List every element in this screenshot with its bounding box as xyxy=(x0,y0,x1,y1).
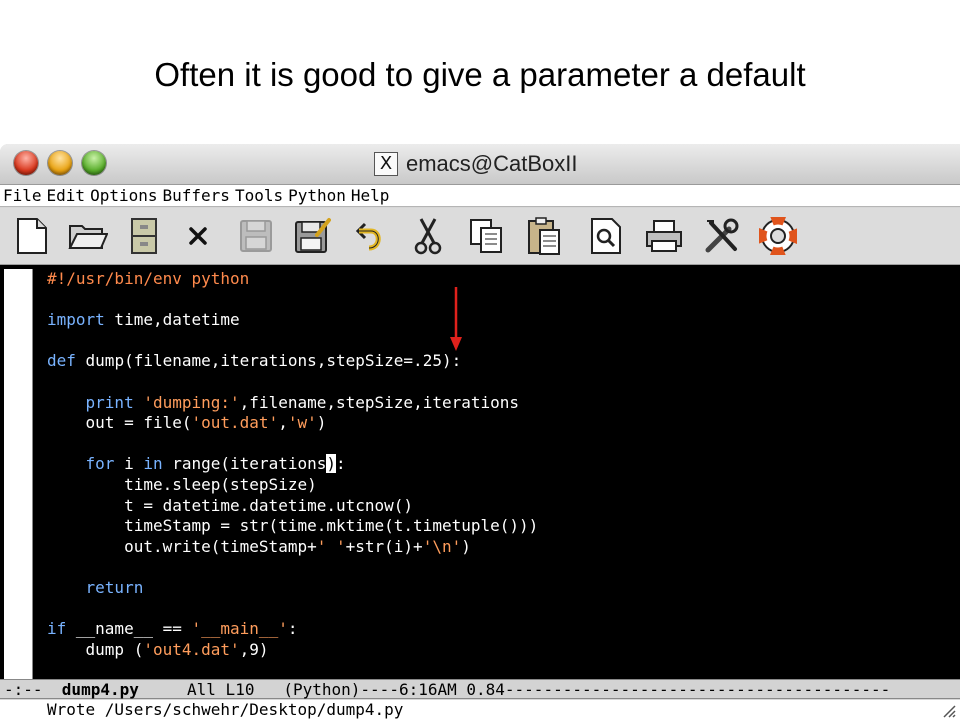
preferences-button[interactable] xyxy=(702,216,742,256)
modeline-status: All L10 (Python)----6:16AM 0.84---------… xyxy=(138,680,891,699)
save-button-disabled[interactable] xyxy=(236,216,276,256)
open-folder-button[interactable] xyxy=(68,216,108,256)
editor-pane[interactable]: #!/usr/bin/env python import time,dateti… xyxy=(0,265,960,679)
code-line: for i in range(iterations): xyxy=(85,454,346,474)
code-line: import time,datetime xyxy=(47,310,240,330)
paste-button[interactable] xyxy=(524,216,564,256)
help-button[interactable] xyxy=(758,216,798,256)
slide-title: Often it is good to give a parameter a d… xyxy=(154,56,806,93)
cut-icon xyxy=(414,218,442,255)
code-line: t = datetime.datetime.utcnow() xyxy=(47,495,414,515)
x11-icon: X xyxy=(374,152,398,176)
save-as-button[interactable] xyxy=(292,216,332,256)
copy-button[interactable] xyxy=(466,216,506,256)
menu-file[interactable]: File xyxy=(3,186,47,205)
new-file-icon xyxy=(17,218,47,254)
annotation-arrow-icon xyxy=(450,287,462,351)
scrollbar[interactable] xyxy=(4,269,33,679)
menu-buffers[interactable]: Buffers xyxy=(163,186,235,205)
code-area[interactable]: #!/usr/bin/env python import time,dateti… xyxy=(47,269,538,660)
code-line: if __name__ == '__main__': xyxy=(47,619,298,639)
search-icon xyxy=(591,218,621,254)
close-window-button[interactable] xyxy=(14,151,38,175)
save-icon-disabled xyxy=(240,220,272,252)
print-icon xyxy=(646,220,682,252)
code-line: out = file('out.dat','w') xyxy=(47,413,327,433)
new-file-button[interactable] xyxy=(12,216,52,256)
menu-tools[interactable]: Tools xyxy=(235,186,288,205)
code-line: out.write(timeStamp+' '+str(i)+'\n') xyxy=(47,536,471,556)
code-line: print 'dumping:',filename,stepSize,itera… xyxy=(85,392,520,412)
modeline-buffer-name: dump4.py xyxy=(61,680,139,699)
open-folder-icon xyxy=(68,225,108,249)
undo-icon xyxy=(355,222,381,251)
search-button[interactable] xyxy=(586,216,626,256)
window-titlebar[interactable]: X emacs@CatBoxII xyxy=(0,144,960,185)
mode-line: -:-- dump4.py All L10 (Python)----6:16AM… xyxy=(0,679,960,699)
cabinet-icon xyxy=(131,218,157,254)
resize-grip-icon[interactable] xyxy=(940,702,956,718)
modeline-prefix: -:-- xyxy=(4,680,62,699)
menu-edit[interactable]: Edit xyxy=(47,186,91,205)
close-buffer-button[interactable] xyxy=(178,216,218,256)
code-line: #!/usr/bin/env python xyxy=(47,269,250,288)
code-line: dump ('out4.dat',9) xyxy=(47,639,269,659)
zoom-window-button[interactable] xyxy=(82,151,106,175)
help-lifebuoy-icon xyxy=(759,217,797,255)
window-title: emacs@CatBoxII xyxy=(406,151,578,176)
menubar: File Edit Options Buffers Tools Python H… xyxy=(0,185,960,207)
cut-button[interactable] xyxy=(408,216,448,256)
menu-options[interactable]: Options xyxy=(90,186,162,205)
minimize-window-button[interactable] xyxy=(48,151,72,175)
preferences-icon xyxy=(705,218,739,253)
save-as-icon xyxy=(295,218,331,253)
close-icon xyxy=(189,227,207,245)
code-line: time.sleep(stepSize) xyxy=(47,474,317,494)
toolbar xyxy=(0,208,960,265)
print-button[interactable] xyxy=(644,216,684,256)
code-line: timeStamp = str(time.mktime(t.timetuple(… xyxy=(47,516,539,536)
cabinet-button[interactable] xyxy=(124,216,164,256)
copy-icon xyxy=(470,219,502,253)
paste-icon xyxy=(528,217,560,255)
emacs-window: X emacs@CatBoxII File Edit Options Buffe… xyxy=(0,144,960,720)
undo-button[interactable] xyxy=(350,216,390,256)
window-title-group: X emacs@CatBoxII xyxy=(374,150,578,178)
menu-help[interactable]: Help xyxy=(351,186,395,205)
minibuffer[interactable]: Wrote /Users/schwehr/Desktop/dump4.py xyxy=(0,700,960,720)
menu-python[interactable]: Python xyxy=(288,186,351,205)
code-line: def dump(filename,iterations,stepSize=.2… xyxy=(47,351,462,371)
code-line: return xyxy=(85,577,144,597)
